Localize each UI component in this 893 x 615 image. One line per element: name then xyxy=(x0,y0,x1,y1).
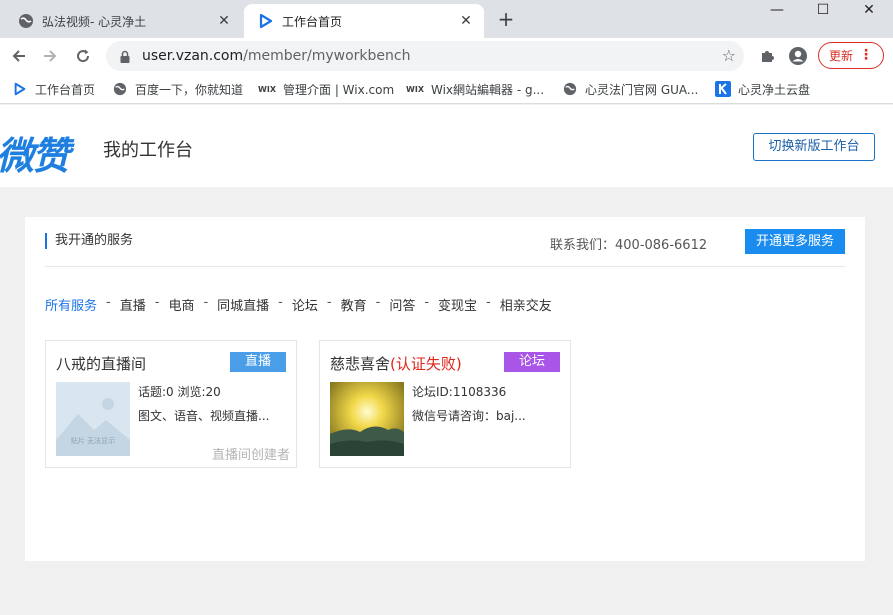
vzan-logo[interactable]: 微赞 xyxy=(0,125,70,180)
filter-separator: - xyxy=(106,295,111,310)
panel-title: 我开通的服务 xyxy=(45,233,133,249)
creator-label: 直播间创建者 xyxy=(211,448,290,463)
card-name-text: 慈悲喜舍 xyxy=(330,355,391,373)
globe-icon xyxy=(18,13,34,29)
browser-tab-workbench[interactable]: 工作台首页 ✕ xyxy=(244,4,484,38)
bookmark-label: 百度一下，你就知道 xyxy=(135,82,244,97)
contact-phone: 400-086-6612 xyxy=(615,238,708,253)
vzan-icon xyxy=(12,81,28,97)
filter-live[interactable]: 直播 xyxy=(120,295,146,314)
extensions-puzzle-icon[interactable] xyxy=(756,45,778,67)
open-more-services-button[interactable]: 开通更多服务 xyxy=(745,229,845,254)
filter-all[interactable]: 所有服务 xyxy=(45,295,97,314)
filter-monetize[interactable]: 变现宝 xyxy=(438,295,477,314)
globe-icon xyxy=(562,81,578,97)
filter-education[interactable]: 教育 xyxy=(341,295,367,314)
reload-icon[interactable] xyxy=(71,44,95,68)
filter-separator: - xyxy=(154,295,160,310)
wix-icon: WIX xyxy=(406,84,424,94)
page-title: 我的工作台 xyxy=(103,140,193,161)
forum-tag: 论坛 xyxy=(504,352,560,372)
browser-toolbar: user.vzan.com/member/myworkbench ☆ 更新 ⋮ xyxy=(0,38,893,74)
close-icon[interactable]: ✕ xyxy=(216,13,232,29)
profile-avatar-icon[interactable] xyxy=(787,45,809,67)
filter-dating[interactable]: 相亲交友 xyxy=(500,295,552,314)
bookmark-label: 工作台首页 xyxy=(35,82,96,97)
maximize-button[interactable]: ☐ xyxy=(800,0,846,22)
k-icon xyxy=(715,81,731,97)
bookmark-label: 心灵法门官网 GUA... xyxy=(585,82,699,97)
services-panel: 我开通的服务 联系我们：400-086-6612 开通更多服务 所有服务 - 直… xyxy=(25,217,865,561)
bookmark-cloud[interactable]: 心灵净土云盘 xyxy=(715,80,810,98)
contact-info: 联系我们：400-086-6612 xyxy=(550,234,707,253)
bookmark-baidu[interactable]: 百度一下，你就知道 xyxy=(112,80,243,98)
filter-separator: - xyxy=(424,295,430,310)
bookmark-star-icon[interactable]: ☆ xyxy=(722,46,736,65)
filter-forum[interactable]: 论坛 xyxy=(292,295,318,314)
card-name[interactable]: 慈悲喜舍(认证失败) xyxy=(330,353,462,374)
filter-qa[interactable]: 问答 xyxy=(389,295,415,314)
forward-arrow-icon[interactable] xyxy=(38,44,62,68)
address-bar[interactable]: user.vzan.com/member/myworkbench ☆ xyxy=(106,41,744,71)
globe-icon xyxy=(112,81,128,97)
filter-separator: - xyxy=(203,295,209,310)
bookmark-wix-admin[interactable]: WIX 管理介面 | Wix.com xyxy=(258,80,394,98)
filter-separator: - xyxy=(278,295,283,310)
update-label: 更新 xyxy=(829,49,854,63)
close-icon[interactable]: ✕ xyxy=(458,13,474,29)
tab-title: 弘法视频- 心灵净土 xyxy=(42,14,147,29)
thumb-caption: 贴片 无法显示 xyxy=(70,437,116,445)
browser-tab-strip: 弘法视频- 心灵净土 ✕ 工作台首页 ✕ + — ☐ ✕ xyxy=(0,0,893,38)
bookmark-label: Wix網站編輯器 - g... xyxy=(431,82,545,97)
forum-id: 论坛ID:1108336 xyxy=(412,385,507,399)
filter-local-live[interactable]: 同城直播 xyxy=(217,295,269,314)
filter-separator: - xyxy=(326,295,332,310)
minimize-button[interactable]: — xyxy=(754,0,800,22)
tab-title: 工作台首页 xyxy=(282,14,343,29)
verification-failed-label: (认证失败) xyxy=(390,355,462,373)
url-host: user.vzan.com xyxy=(142,48,244,64)
filter-ecommerce[interactable]: 电商 xyxy=(168,295,194,314)
card-name[interactable]: 八戒的直播间 xyxy=(56,353,146,374)
contact-label: 联系我们： xyxy=(550,238,616,253)
live-tag: 直播 xyxy=(230,352,286,372)
filter-separator: - xyxy=(375,295,381,310)
switch-new-workbench-button[interactable]: 切换新版工作台 xyxy=(753,133,875,161)
bookmark-workbench[interactable]: 工作台首页 xyxy=(12,80,95,98)
divider xyxy=(45,266,845,267)
new-tab-button[interactable]: + xyxy=(494,8,518,32)
vzan-icon xyxy=(258,13,274,29)
card-stats: 话题:0 浏览:20 xyxy=(138,385,221,399)
bookmark-label: 管理介面 | Wix.com xyxy=(283,82,395,97)
lock-icon xyxy=(118,49,132,63)
bookmark-label: 心灵净土云盘 xyxy=(738,82,811,97)
bookmarks-bar: 工作台首页 百度一下，你就知道 WIX 管理介面 | Wix.com WIX W… xyxy=(0,74,893,104)
url-text: user.vzan.com/member/myworkbench xyxy=(142,48,410,64)
service-card-live[interactable]: 八戒的直播间 直播 贴片 无法显示 话题:0 浏览:20 图文、语音、视频直播.… xyxy=(45,340,297,468)
card-thumbnail[interactable] xyxy=(330,382,404,456)
card-thumbnail[interactable]: 贴片 无法显示 xyxy=(56,382,130,456)
filter-separator: - xyxy=(486,295,491,310)
service-filter-bar: 所有服务 - 直播 - 电商 - 同城直播 - 论坛 - 教育 - 问答 - 变… xyxy=(45,295,552,314)
wechat-contact: 微信号请咨询：baj... xyxy=(412,409,526,423)
browser-tab-hongfa[interactable]: 弘法视频- 心灵净土 ✕ xyxy=(4,4,242,38)
site-header: 微赞 我的工作台 切换新版工作台 xyxy=(0,105,893,187)
bookmark-guanyin[interactable]: 心灵法门官网 GUA... xyxy=(562,80,698,98)
update-button[interactable]: 更新 ⋮ xyxy=(818,42,884,69)
bookmark-wix-editor[interactable]: WIX Wix網站編輯器 - g... xyxy=(406,80,544,98)
back-arrow-icon[interactable] xyxy=(7,44,31,68)
service-card-forum[interactable]: 慈悲喜舍(认证失败) 论坛 论坛ID:1108336 微信号请咨询：baj... xyxy=(319,340,571,468)
card-description: 图文、语音、视频直播... xyxy=(138,409,270,423)
wix-icon: WIX xyxy=(258,84,276,94)
window-close-button[interactable]: ✕ xyxy=(846,0,892,22)
url-path: /member/myworkbench xyxy=(243,48,411,64)
more-vert-icon: ⋮ xyxy=(859,47,873,63)
